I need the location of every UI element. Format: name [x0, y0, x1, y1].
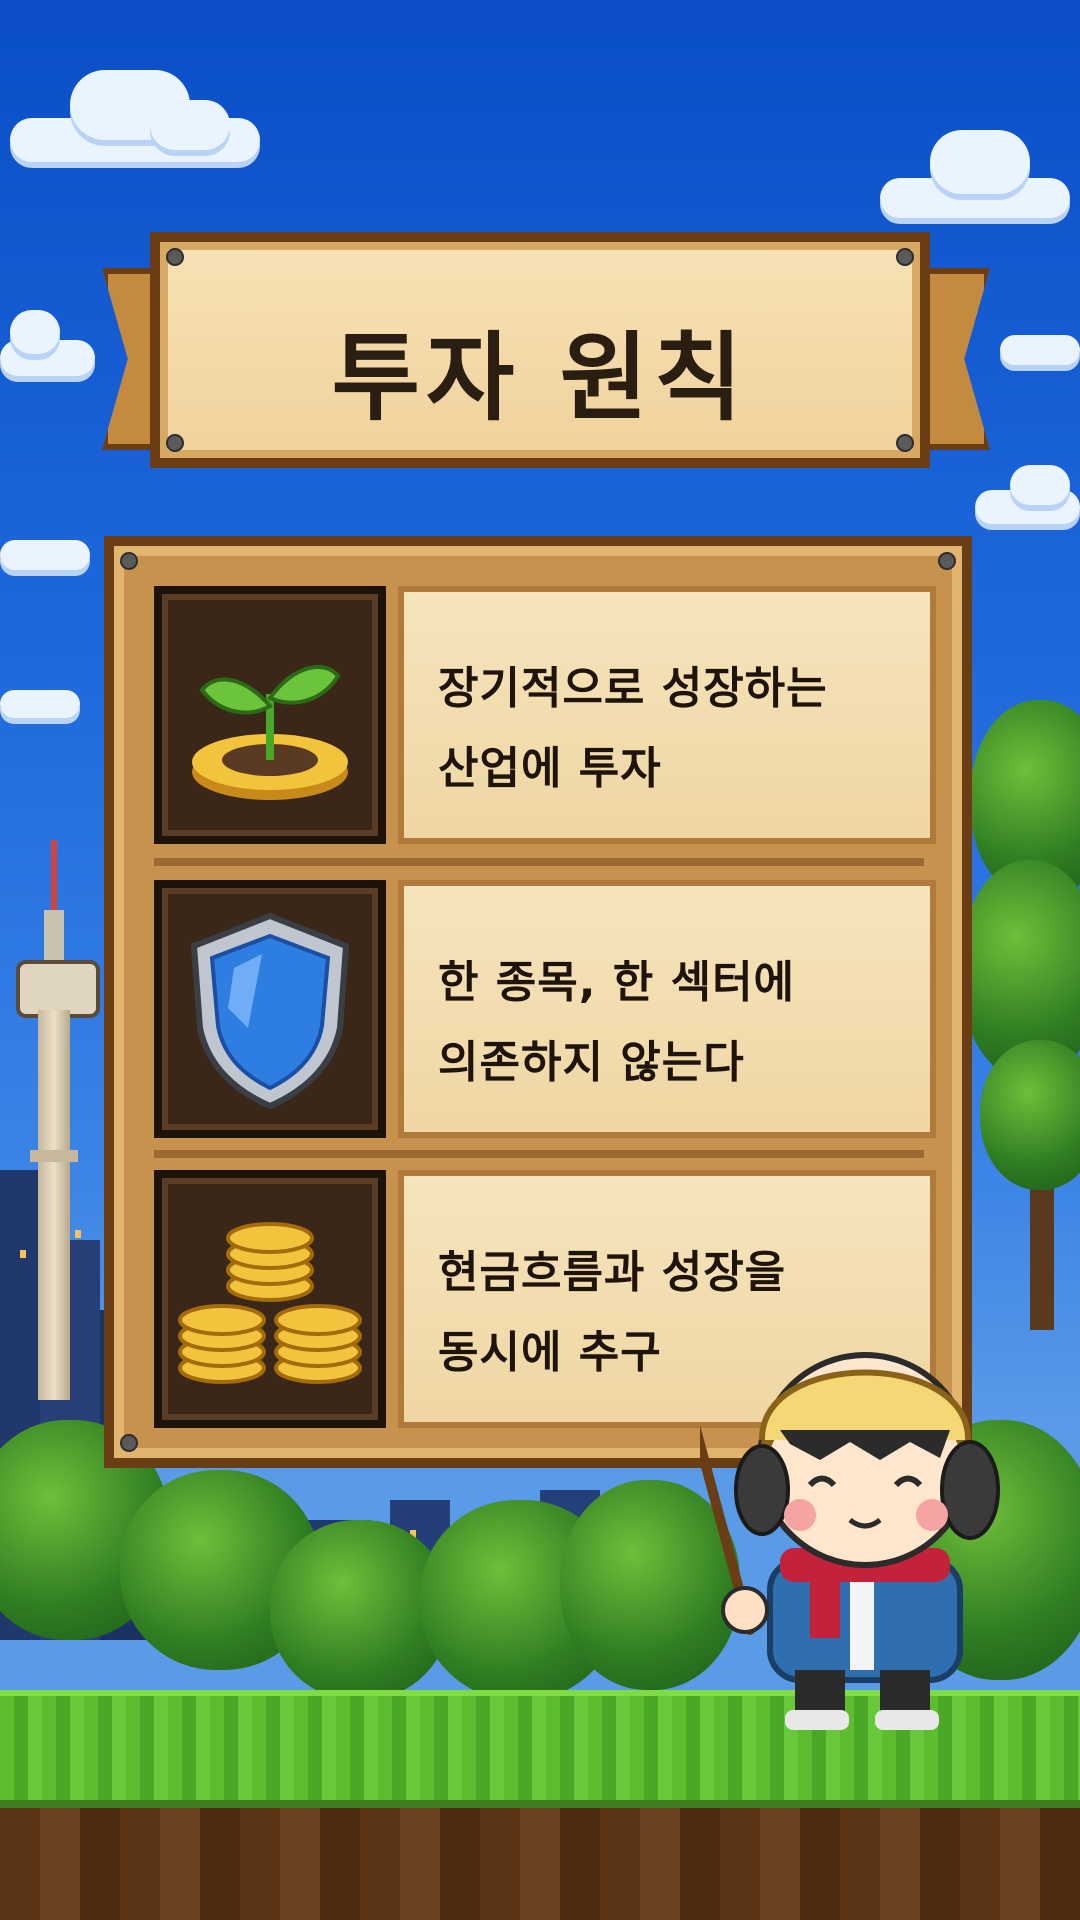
- guide-character: [675, 1310, 1060, 1740]
- principle-text-box: 장기적으로 성장하는 산업에 투자: [398, 586, 936, 844]
- principle-text-line: 한 종목, 한 섹터에: [438, 957, 796, 1008]
- shield-icon: [190, 912, 350, 1110]
- dirt-ground: [0, 1800, 1080, 1920]
- icon-frame: [154, 586, 386, 844]
- icon-frame: [154, 1170, 386, 1428]
- divider: [154, 1150, 924, 1158]
- game-scene: 투자 원칙 장기적으로 성장하는 산업에 투자 한 종목, 한 섹터에 의존하지…: [0, 0, 1080, 1920]
- sprout-on-coins-icon: [192, 665, 348, 800]
- principle-text-line: 의존하지 않는다: [438, 1037, 745, 1088]
- principle-text-box: 한 종목, 한 섹터에 의존하지 않는다: [398, 880, 936, 1138]
- principle-text-line: 현금흐름과 성장을: [438, 1247, 787, 1298]
- principle-text-line: 장기적으로 성장하는: [438, 663, 828, 714]
- principle-text-line: 동시에 추구: [438, 1327, 662, 1378]
- principle-row: 장기적으로 성장하는 산업에 투자: [154, 586, 936, 856]
- principle-text-line: 산업에 투자: [438, 743, 662, 794]
- icon-frame: [154, 880, 386, 1138]
- gold-coin-stacks-icon: [178, 1222, 362, 1384]
- title-banner: 투자 원칙: [150, 232, 930, 468]
- divider: [154, 858, 924, 866]
- tower: [14, 840, 100, 1400]
- page-title: 투자 원칙: [331, 322, 749, 434]
- principle-row: 한 종목, 한 섹터에 의존하지 않는다: [154, 880, 936, 1150]
